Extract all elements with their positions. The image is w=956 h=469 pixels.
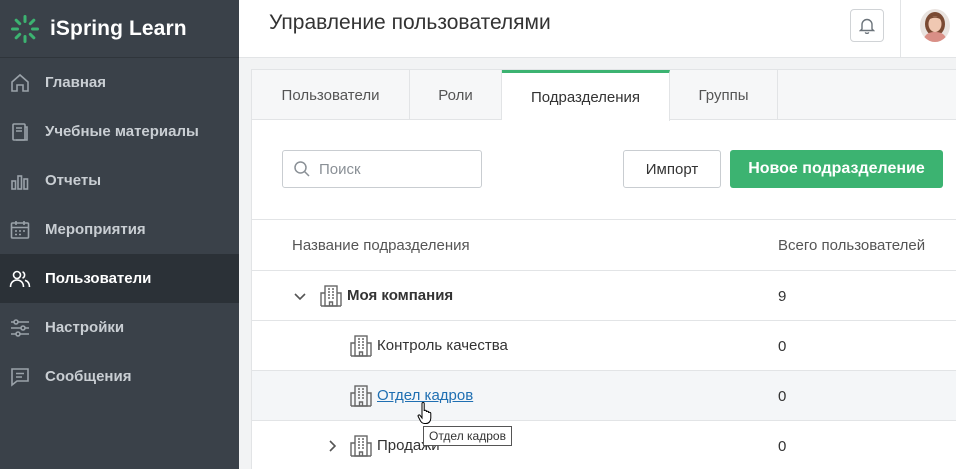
table-row[interactable]: Контроль качества 0 [252, 321, 956, 371]
hand-cursor-icon [417, 402, 432, 424]
user-count: 9 [778, 288, 787, 305]
tabs: Пользователи Роли Подразделения Группы [252, 70, 956, 121]
import-button[interactable]: Импорт [623, 150, 721, 188]
building-icon [320, 285, 342, 307]
sidebar-item-home[interactable]: Главная [0, 58, 239, 107]
building-icon [350, 435, 372, 457]
user-count: 0 [778, 388, 787, 405]
user-count: 0 [778, 338, 787, 355]
avatar[interactable] [920, 9, 950, 42]
new-department-button[interactable]: Новое подразделение [730, 150, 943, 188]
home-icon [9, 72, 31, 94]
tab-users[interactable]: Пользователи [252, 70, 410, 120]
chevron-down-icon[interactable] [293, 289, 307, 303]
ispring-logo-icon [11, 14, 39, 43]
message-icon [9, 366, 31, 388]
search-input[interactable] [319, 160, 469, 178]
department-name: Контроль качества [377, 337, 508, 354]
search-field[interactable] [282, 150, 482, 188]
sidebar-item-users[interactable]: Пользователи [0, 254, 239, 303]
users-icon [9, 268, 31, 290]
departments-table: Название подразделения Всего пользовател… [252, 219, 956, 469]
chevron-right-icon[interactable] [325, 439, 339, 453]
main-card: Пользователи Роли Подразделения Группы И… [251, 69, 956, 469]
sidebar-item-messages[interactable]: Сообщения [0, 352, 239, 401]
topbar: Управление пользователями [239, 0, 956, 58]
column-header-count[interactable]: Всего пользователей [778, 237, 925, 254]
sidebar-item-label: Отчеты [45, 172, 102, 189]
building-icon [350, 335, 372, 357]
sidebar-item-label: Главная [45, 74, 107, 91]
sidebar-item-materials[interactable]: Учебные материалы [0, 107, 239, 156]
sidebar-item-label: Настройки [45, 319, 125, 336]
table-header: Название подразделения Всего пользовател… [252, 219, 956, 271]
tooltip: Отдел кадров [423, 426, 512, 446]
bell-icon [859, 18, 875, 34]
table-row[interactable]: Отдел кадров 0 [252, 371, 956, 421]
department-name: Моя компания [347, 287, 454, 304]
building-icon [350, 385, 372, 407]
sidebar-nav: Главная Учебные материалы Отчеты Меропри… [0, 58, 239, 401]
tab-groups[interactable]: Группы [670, 70, 778, 120]
table-row[interactable]: Моя компания 9 [252, 271, 956, 321]
bar-chart-icon [9, 170, 31, 192]
page-title: Управление пользователями [269, 11, 551, 34]
tab-departments[interactable]: Подразделения [502, 70, 670, 121]
notifications-button[interactable] [850, 9, 884, 42]
sidebar-item-label: Пользователи [45, 270, 152, 287]
book-icon [9, 121, 31, 143]
sidebar-item-events[interactable]: Мероприятия [0, 205, 239, 254]
sidebar-item-label: Сообщения [45, 368, 132, 385]
sidebar-item-label: Учебные материалы [45, 123, 199, 140]
search-icon [294, 161, 310, 177]
column-header-name[interactable]: Название подразделения [292, 237, 470, 254]
calendar-icon [9, 219, 31, 241]
sidebar-item-settings[interactable]: Настройки [0, 303, 239, 352]
brand-name: iSpring Learn [50, 16, 187, 40]
topbar-divider [900, 0, 901, 58]
sliders-icon [9, 317, 31, 339]
user-count: 0 [778, 438, 787, 455]
table-row[interactable]: Продажи 0 [252, 421, 956, 469]
sidebar-item-label: Мероприятия [45, 221, 146, 238]
sidebar: iSpring Learn Главная Учебные материалы … [0, 0, 239, 469]
tab-roles[interactable]: Роли [410, 70, 502, 120]
sidebar-item-reports[interactable]: Отчеты [0, 156, 239, 205]
brand[interactable]: iSpring Learn [0, 0, 239, 58]
